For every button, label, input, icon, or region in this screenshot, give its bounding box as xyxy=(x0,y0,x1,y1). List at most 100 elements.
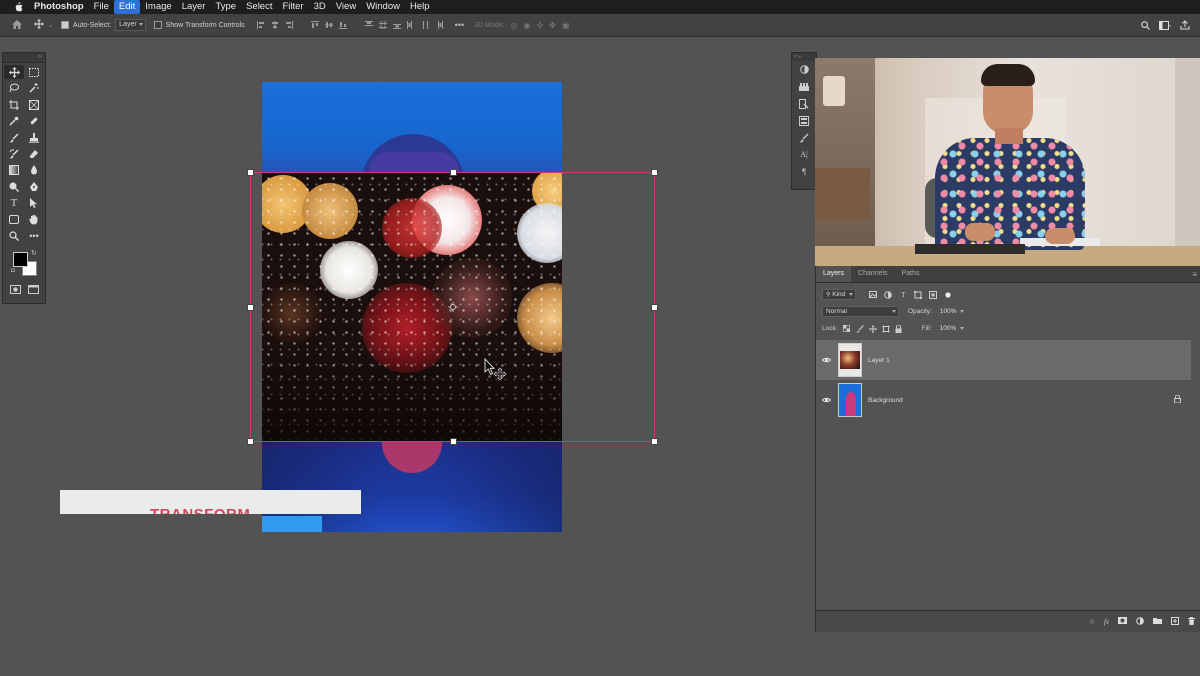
tab-layers[interactable]: Layers xyxy=(816,266,852,282)
menu-3d[interactable]: 3D xyxy=(309,0,331,14)
hand-icon[interactable] xyxy=(24,213,44,227)
delete-layer-icon[interactable] xyxy=(1188,616,1195,627)
properties-panel-icon[interactable] xyxy=(792,112,816,129)
transform-handle-top-right[interactable] xyxy=(651,169,658,176)
new-group-icon[interactable] xyxy=(1153,617,1162,626)
lock-transparency-icon[interactable] xyxy=(843,325,851,333)
more-tools-icon[interactable]: ••• xyxy=(24,229,44,243)
screen-mode-icon[interactable] xyxy=(27,281,39,299)
healing-brush-icon[interactable] xyxy=(24,114,44,128)
lock-all-icon[interactable] xyxy=(895,324,903,333)
opacity-input[interactable]: 100% xyxy=(937,307,967,316)
tools-panel-header[interactable]: ‹‹ xyxy=(3,53,45,63)
swap-colors-icon[interactable]: ↻ xyxy=(31,249,37,257)
align-left-icon[interactable] xyxy=(256,21,265,29)
menu-file[interactable]: File xyxy=(89,0,114,14)
lock-image-pixels-icon[interactable] xyxy=(855,324,864,333)
transform-handle-bottom-left[interactable] xyxy=(247,438,254,445)
distribute-hcenter-icon[interactable] xyxy=(421,21,429,29)
menu-layer[interactable]: Layer xyxy=(177,0,211,14)
filter-smart-object-icon[interactable] xyxy=(929,290,938,299)
eraser-icon[interactable] xyxy=(24,147,44,161)
add-mask-icon[interactable] xyxy=(1118,617,1127,626)
brushes-panel-icon[interactable] xyxy=(792,129,816,146)
transform-bounding-box[interactable] xyxy=(247,169,658,445)
lasso-icon[interactable] xyxy=(4,81,24,95)
distribute-top-icon[interactable] xyxy=(364,21,373,29)
transform-handle-bottom-right[interactable] xyxy=(651,438,658,445)
lock-position-icon[interactable] xyxy=(868,324,877,333)
menu-view[interactable]: View xyxy=(331,0,361,14)
history-panel-icon[interactable] xyxy=(792,95,816,112)
align-top-icon[interactable] xyxy=(310,21,319,29)
orbit-3d-icon[interactable]: ◎ xyxy=(510,21,517,30)
filter-kind-dropdown[interactable]: ⚲ Kind xyxy=(822,289,857,300)
stamp-icon[interactable] xyxy=(24,131,44,145)
pen-icon[interactable] xyxy=(24,180,44,194)
gradient-icon[interactable] xyxy=(4,163,24,177)
collapsed-panels-header[interactable]: × ›› xyxy=(792,53,816,61)
blend-mode-dropdown[interactable]: Normal xyxy=(822,306,899,317)
quick-mask-icon[interactable] xyxy=(9,281,21,299)
align-hcenter-icon[interactable] xyxy=(271,21,279,29)
zoom-icon[interactable] xyxy=(4,229,24,243)
menu-filter[interactable]: Filter xyxy=(277,0,308,14)
slide-3d-icon[interactable]: ✥ xyxy=(549,21,556,30)
color-swatches[interactable]: ↻ ◘ xyxy=(3,249,45,279)
align-vcenter-icon[interactable] xyxy=(324,21,333,29)
crop-icon[interactable] xyxy=(4,98,24,112)
menu-help[interactable]: Help xyxy=(405,0,435,14)
drag-3d-icon[interactable]: ✣ xyxy=(536,21,543,30)
fill-input[interactable]: 100% xyxy=(937,324,967,333)
menu-select[interactable]: Select xyxy=(241,0,277,14)
filter-adjustment-icon[interactable] xyxy=(884,290,893,299)
apple-icon[interactable] xyxy=(11,2,25,12)
distribute-bottom-icon[interactable] xyxy=(392,21,401,29)
marquee-icon[interactable] xyxy=(24,65,44,79)
layer-name[interactable]: Layer 1 xyxy=(868,357,890,364)
transform-reference-point-icon[interactable] xyxy=(448,302,458,312)
eye-icon[interactable] xyxy=(816,357,836,363)
blur-icon[interactable] xyxy=(24,163,44,177)
default-colors-icon[interactable]: ◘ xyxy=(11,268,15,274)
distribute-left-icon[interactable] xyxy=(406,21,415,29)
search-icon[interactable] xyxy=(1141,20,1150,30)
menu-edit[interactable]: Edit xyxy=(113,0,141,14)
fx-icon[interactable]: fx xyxy=(1104,618,1109,626)
distribute-right-icon[interactable] xyxy=(435,21,443,29)
move-tool-preset-icon[interactable] xyxy=(34,19,44,31)
share-icon[interactable] xyxy=(1180,20,1190,30)
brush-icon[interactable] xyxy=(4,131,24,145)
menu-image[interactable]: Image xyxy=(140,0,176,14)
tab-paths[interactable]: Paths xyxy=(895,266,927,282)
more-options-icon[interactable]: ••• xyxy=(455,20,464,30)
move-icon[interactable] xyxy=(4,65,24,79)
dodge-icon[interactable] xyxy=(4,180,24,194)
auto-select-checkbox[interactable] xyxy=(61,21,70,29)
adjustment-layer-icon[interactable] xyxy=(1136,616,1144,627)
filter-type-icon[interactable]: T xyxy=(899,291,907,299)
filter-pixel-icon[interactable] xyxy=(869,291,878,299)
filter-shape-icon[interactable] xyxy=(914,290,923,299)
swatches-panel-icon[interactable] xyxy=(792,78,816,95)
transform-handle-top-center[interactable] xyxy=(450,169,457,176)
align-bottom-icon[interactable] xyxy=(338,21,347,29)
layer-row-layer-1[interactable]: Layer 1 xyxy=(816,340,1191,380)
tab-channels[interactable]: Channels xyxy=(851,266,895,282)
workspace-icon[interactable] xyxy=(1159,20,1171,30)
scale-3d-icon[interactable]: ▣ xyxy=(562,21,570,30)
panel-menu-icon[interactable]: ≡ xyxy=(1192,270,1197,279)
transform-handle-middle-left[interactable] xyxy=(247,304,254,311)
layer-name[interactable]: Background xyxy=(868,397,903,404)
paragraph-panel-icon[interactable]: ¶ xyxy=(792,163,816,180)
auto-select-target-dropdown[interactable]: Layer xyxy=(115,19,146,31)
transform-handle-bottom-center[interactable] xyxy=(450,438,457,445)
menu-type[interactable]: Type xyxy=(210,0,241,14)
eye-icon[interactable] xyxy=(816,397,836,403)
type-icon[interactable]: T xyxy=(4,196,24,210)
link-layers-icon[interactable]: ⊖ xyxy=(1089,618,1095,626)
path-select-icon[interactable] xyxy=(24,196,44,210)
transform-handle-middle-right[interactable] xyxy=(651,304,658,311)
color-panel-icon[interactable] xyxy=(792,61,816,78)
layer-row-background[interactable]: Background xyxy=(816,380,1191,420)
